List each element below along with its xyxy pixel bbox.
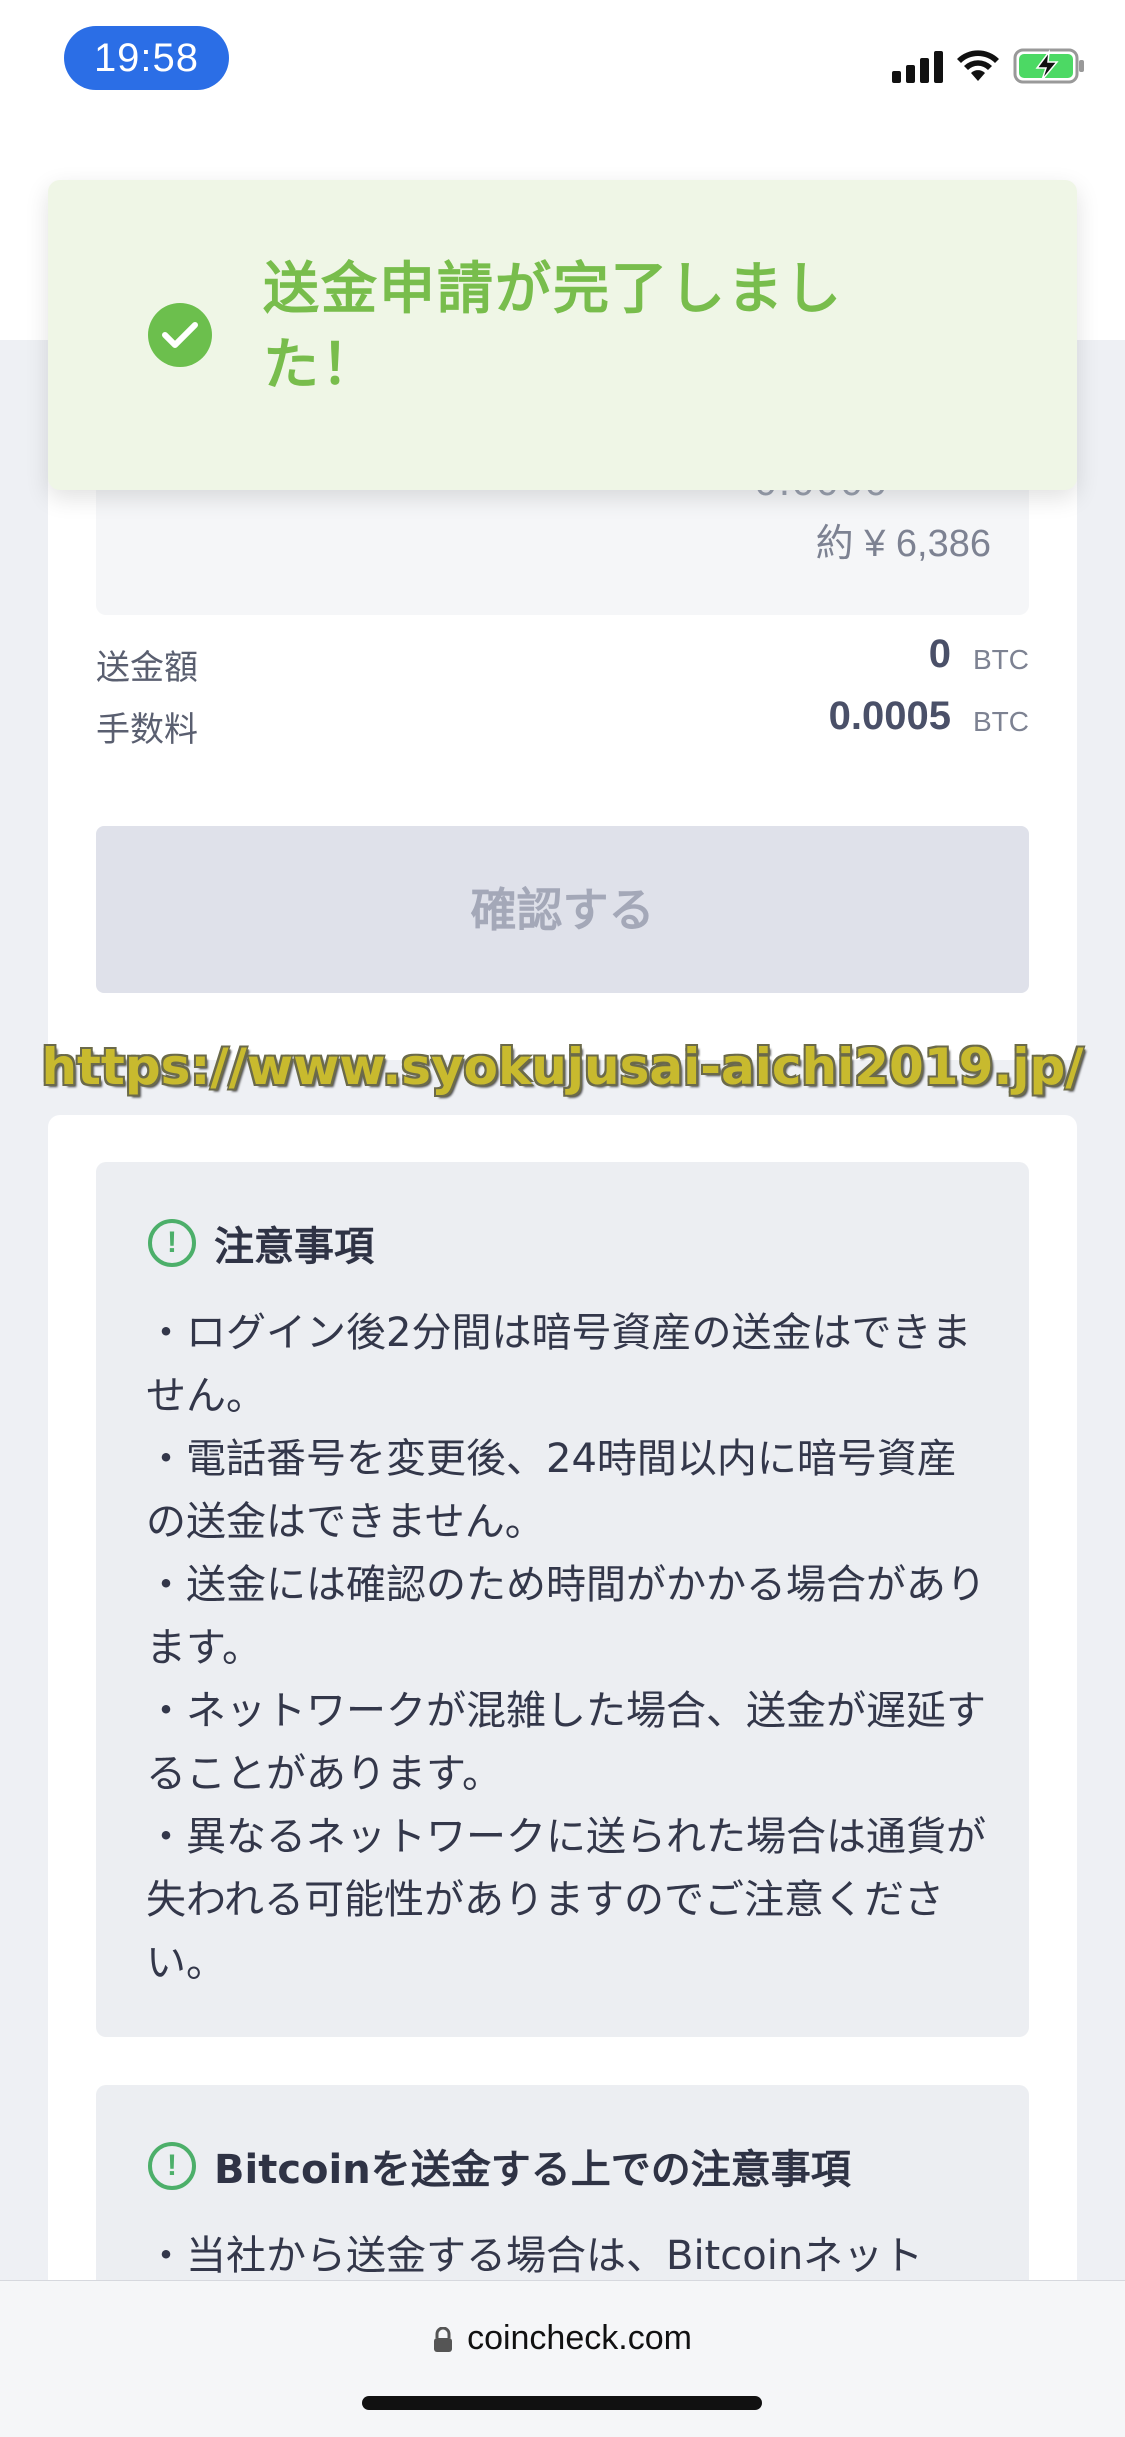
battery-charging-icon [1013, 48, 1084, 84]
fee-row: 手数料 0.0005 BTC [96, 692, 1029, 752]
bitcoin-notes-title-text: Bitcoinを送金する上での注意事項 [214, 2147, 851, 2193]
lock-icon [434, 2327, 453, 2353]
note-item: ・電話番号を変更後、24時間以内に暗号資産の送金はできません。 [146, 1436, 957, 1545]
notes-title: ! 注意事項 [148, 1214, 374, 1272]
cellular-signal-icon [892, 49, 943, 83]
fee-value: 0.0005 [828, 694, 951, 738]
home-indicator[interactable] [362, 2396, 762, 2410]
note-item: ・異なるネットワークに送られた場合は通貨が失われる可能性がありますのでご注意くだ… [146, 1814, 986, 1986]
toast-message-line: 送金申請が完了しまし [263, 257, 843, 322]
bitcoin-notes-list: ・当社から送金する場合は、Bitcoinネット [146, 2225, 996, 2288]
fee-label: 手数料 [96, 710, 198, 750]
bitcoin-notes-title: ! Bitcoinを送金する上での注意事項 [148, 2137, 851, 2195]
notes-list: ・ログイン後2分間は暗号資産の送金はできません。 ・電話番号を変更後、24時間以… [146, 1302, 996, 1995]
confirm-button[interactable]: 確認する [96, 826, 1029, 993]
fee-unit: BTC [973, 706, 1029, 737]
url-display[interactable]: coincheck.com [0, 2319, 1125, 2358]
status-time: 19:58 [64, 26, 229, 90]
send-amount-unit: BTC [973, 644, 1029, 675]
send-amount-label: 送金額 [96, 648, 198, 688]
url-text: coincheck.com [467, 2319, 692, 2357]
status-icons [892, 44, 1085, 88]
send-amount-row: 送金額 0 BTC [96, 630, 1029, 690]
toast-message: 送金申請が完了しまし た！ [263, 252, 913, 404]
approx-jpy: 約 ¥ 6,386 [815, 523, 991, 565]
note-item: ・ネットワークが混雑した場合、送金が遅延することがあります。 [146, 1688, 986, 1797]
toast-message-line: た！ [263, 333, 379, 398]
notes-card: ! 注意事項 ・ログイン後2分間は暗号資産の送金はできません。 ・電話番号を変更… [48, 1115, 1077, 2436]
check-circle-icon [148, 303, 212, 367]
notes-title-text: 注意事項 [214, 1224, 374, 1270]
notes-section: ! 注意事項 ・ログイン後2分間は暗号資産の送金はできません。 ・電話番号を変更… [96, 1162, 1029, 2037]
note-item: ・ログイン後2分間は暗号資産の送金はできません。 [146, 1310, 972, 1419]
wifi-icon [957, 50, 999, 81]
exclamation-circle-icon: ! [148, 2142, 196, 2190]
note-item: ・当社から送金する場合は、Bitcoinネット [146, 2233, 924, 2279]
browser-url-bar[interactable]: coincheck.com [0, 2280, 1125, 2437]
note-item: ・送金には確認のため時間がかかる場合があります。 [146, 1562, 986, 1671]
exclamation-circle-icon: ! [148, 1219, 196, 1267]
send-amount-value: 0 [928, 632, 951, 676]
status-bar: 19:58 [0, 0, 1125, 120]
watermark-url: https://www.syokujusai-aichi2019.jp/ [41, 1038, 1084, 1096]
success-toast[interactable]: 送金申請が完了しまし た！ [48, 180, 1077, 490]
